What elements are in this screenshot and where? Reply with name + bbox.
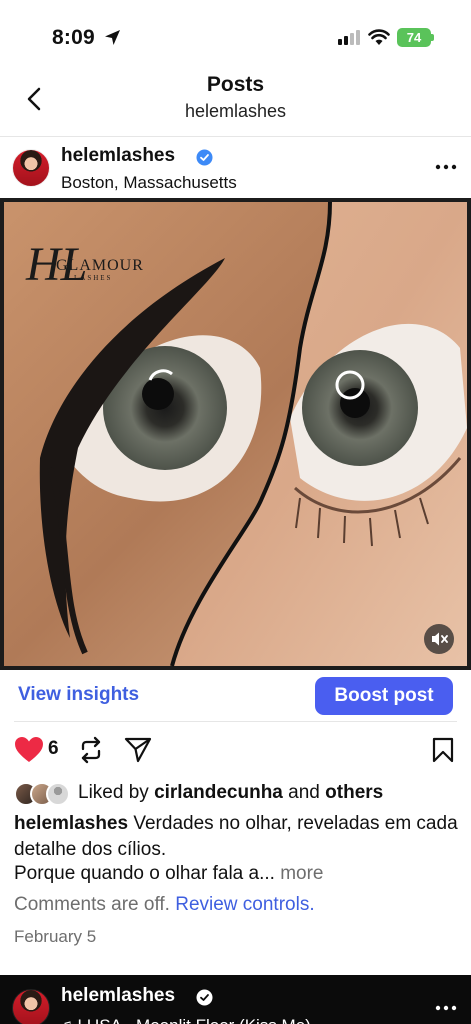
caption-continuation: Porque quando o olhar fala a... bbox=[14, 863, 275, 884]
status-time: 8:09 bbox=[52, 26, 95, 49]
post-image: HL GLAMOUR LASHES bbox=[4, 201, 467, 667]
verified-badge-icon bbox=[196, 989, 213, 1006]
caption-username[interactable]: helemlashes bbox=[14, 813, 128, 834]
heart-icon[interactable] bbox=[14, 736, 44, 763]
liked-by-text[interactable]: Liked by cirlandecunha and others bbox=[78, 782, 383, 804]
caption: helemlashes Verdades no olhar, reveladas… bbox=[14, 811, 459, 863]
view-insights-link[interactable]: View insights bbox=[18, 684, 139, 706]
more-options-icon[interactable] bbox=[435, 164, 457, 170]
battery-tip bbox=[431, 34, 434, 41]
repost-icon[interactable] bbox=[78, 736, 104, 764]
bookmark-icon[interactable] bbox=[432, 737, 454, 763]
music-label[interactable]: ♫ LUSA · Moonlit Floor (Kiss Me) bbox=[60, 1016, 311, 1024]
like-count[interactable]: 6 bbox=[48, 738, 59, 760]
svg-text:LASHES: LASHES bbox=[74, 274, 112, 282]
speaker-muted-icon bbox=[432, 632, 448, 646]
page-title: Posts bbox=[206, 73, 265, 96]
next-post-username[interactable]: helemlashes bbox=[61, 985, 175, 1007]
mute-button[interactable] bbox=[424, 624, 454, 654]
status-bar: 8:09 74 bbox=[0, 0, 471, 70]
location-arrow-icon bbox=[105, 30, 120, 45]
comments-status: Comments are off. Review controls. bbox=[14, 894, 315, 916]
avatar bbox=[46, 782, 70, 806]
wifi-icon bbox=[368, 29, 390, 45]
review-controls-link[interactable]: Review controls. bbox=[175, 894, 314, 915]
more-options-icon[interactable] bbox=[435, 1005, 457, 1011]
verified-badge-icon bbox=[196, 149, 213, 166]
comments-off-text: Comments are off. bbox=[14, 894, 170, 915]
avatar[interactable] bbox=[12, 989, 50, 1024]
svg-text:GLAMOUR: GLAMOUR bbox=[56, 257, 144, 274]
liked-others-link[interactable]: others bbox=[325, 782, 383, 803]
boost-post-label: Boost post bbox=[334, 685, 434, 706]
post-media[interactable]: HL GLAMOUR LASHES bbox=[0, 198, 471, 670]
share-icon[interactable] bbox=[124, 737, 152, 763]
action-divider bbox=[14, 721, 457, 722]
caption-line-2: Porque quando o olhar fala a... more bbox=[14, 861, 459, 887]
page-subtitle: helemlashes bbox=[184, 101, 287, 121]
battery-level: 74 bbox=[406, 30, 422, 45]
liked-user-link[interactable]: cirlandecunha bbox=[154, 782, 283, 803]
liked-and: and bbox=[288, 782, 320, 803]
caption-more-link[interactable]: more bbox=[280, 863, 323, 884]
header-divider bbox=[0, 136, 471, 137]
boost-post-button[interactable]: Boost post bbox=[315, 677, 453, 715]
post-date: February 5 bbox=[14, 927, 97, 946]
cellular-signal-icon bbox=[338, 30, 360, 45]
avatar[interactable] bbox=[12, 149, 50, 187]
post-username[interactable]: helemlashes bbox=[61, 145, 175, 167]
liked-by-avatars[interactable] bbox=[14, 782, 74, 806]
liked-prefix: Liked by bbox=[78, 782, 149, 803]
post-location[interactable]: Boston, Massachusetts bbox=[61, 173, 237, 193]
battery-icon: 74 bbox=[397, 28, 431, 47]
